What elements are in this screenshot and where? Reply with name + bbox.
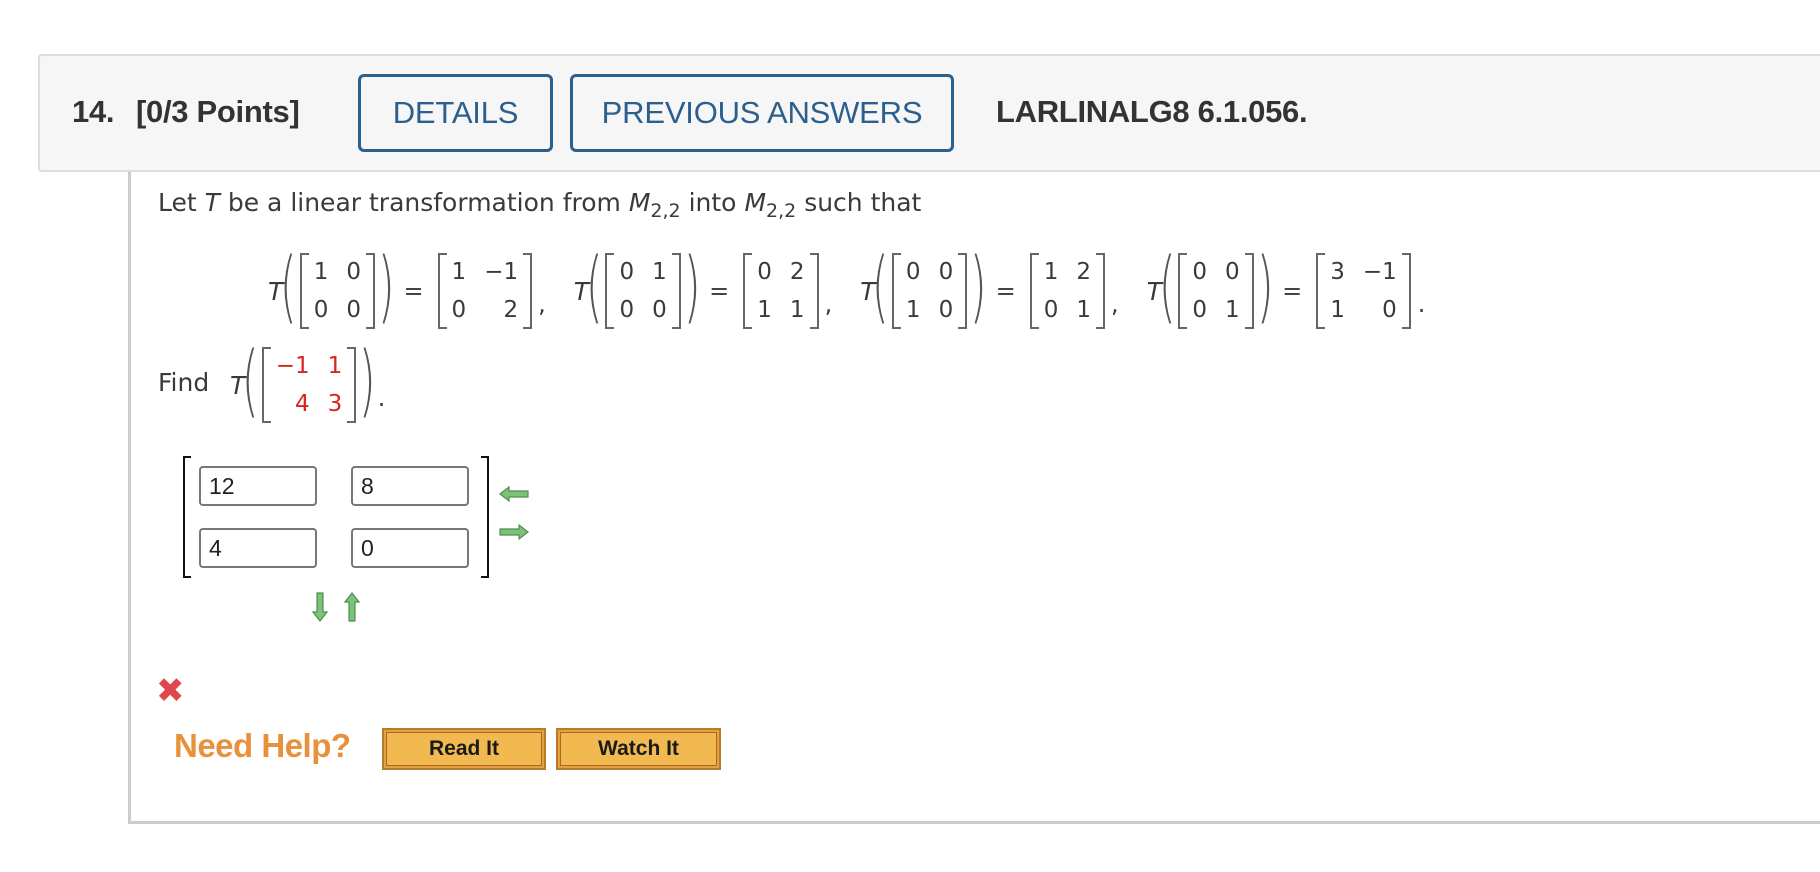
answer-matrix	[183, 456, 489, 578]
matrix-entry: 1	[313, 259, 329, 285]
output-matrix: 1201	[1029, 253, 1106, 329]
find-matrix: −1 1 4 3	[261, 347, 357, 423]
find-label: Find	[158, 368, 210, 397]
need-help-label: Need Help?	[174, 727, 351, 764]
matrix-entry: 1	[905, 297, 921, 323]
intro-text: into	[688, 188, 737, 217]
details-button[interactable]: DETAILS	[358, 74, 553, 152]
symbol-T: T	[204, 188, 220, 217]
problem-statement: Let T be a linear transformation from M2…	[158, 188, 921, 222]
matrix-entry: 1	[1043, 259, 1059, 285]
equals-sign: =	[709, 277, 730, 305]
input-matrix: 0001	[1178, 253, 1254, 329]
matrix-entry: −1	[484, 259, 519, 285]
matrix-entry: 0	[619, 259, 635, 285]
arrow-right-icon[interactable]	[499, 524, 529, 540]
equals-sign: =	[403, 277, 424, 305]
arrow-left-icon[interactable]	[499, 486, 529, 502]
matrix-entry: 1	[327, 353, 343, 379]
input-matrix: 0100	[605, 253, 682, 329]
answer-cell-r1c2[interactable]	[351, 466, 469, 506]
points-score: [0/3 Points]	[136, 94, 300, 129]
matrix-entry: 0	[1043, 297, 1059, 323]
period: .	[377, 384, 386, 412]
left-paren: (	[280, 242, 297, 332]
subscript: 2,2	[766, 200, 797, 222]
matrix-entry: 1	[1076, 297, 1092, 323]
matrix-entry: 0	[938, 259, 954, 285]
read-it-button[interactable]: Read It	[382, 728, 546, 770]
left-paren: (	[1158, 242, 1176, 332]
matrix-entry: 0	[346, 259, 361, 285]
matrix-entry: 3	[1330, 259, 1345, 285]
matrix-entry: 0	[1225, 259, 1240, 285]
comma: ,	[824, 290, 833, 318]
arrow-up-icon[interactable]	[344, 592, 360, 622]
matrix-entry: 1	[1225, 297, 1240, 323]
right-paren: )	[377, 242, 395, 332]
symbol-M: M	[628, 188, 651, 217]
equals-sign: =	[995, 277, 1016, 305]
problem-code: LARLINALG8 6.1.056.	[996, 94, 1308, 129]
answer-cell-r2c1[interactable]	[199, 528, 317, 568]
right-paren: )	[359, 336, 376, 426]
matrix-entry: 1	[789, 297, 805, 323]
symbol-M: M	[744, 188, 767, 217]
left-paren: (	[585, 242, 603, 332]
matrix-entry: 3	[327, 391, 343, 417]
matrix-entry: 0	[757, 259, 772, 285]
matrix-entry: 0	[451, 297, 467, 323]
intro-text: such that	[804, 188, 922, 217]
watch-it-button[interactable]: Watch It	[556, 728, 721, 770]
equals-sign: =	[1282, 277, 1303, 305]
right-paren: )	[1256, 242, 1274, 332]
matrix-entry: 1	[1330, 297, 1345, 323]
matrix-entry: 0	[652, 297, 667, 323]
answer-cell-r1c1[interactable]	[199, 466, 317, 506]
output-matrix: 1 −1 0 2	[437, 253, 533, 329]
comma: ,	[1111, 290, 1119, 318]
matrix-entry: 0	[938, 297, 954, 323]
matrix-entry: 0	[346, 297, 361, 323]
output-matrix: 0211	[743, 253, 819, 329]
matrix-entry: 1	[652, 259, 667, 285]
x-mark-icon: ✖	[156, 671, 185, 711]
arrow-down-icon[interactable]	[312, 592, 328, 622]
matrix-entry: −1	[1362, 259, 1397, 285]
comma: ,	[538, 290, 546, 318]
period: .	[1417, 290, 1426, 318]
input-matrix: 1000	[299, 253, 376, 329]
question-header: 14. [0/3 Points] DETAILS PREVIOUS ANSWER…	[38, 54, 1820, 172]
mapping-equations: T(1 0 0 0) = 1 −1 0 2, T(0 1 0 0) = 0 2 1 1, T(0 0 1 0) = 1 2 0 1,…	[268, 246, 1425, 336]
intro-text: be a linear transformation from	[227, 188, 621, 217]
find-expression: T(−1 1 4 3).	[230, 340, 385, 430]
matrix-entry: 0	[1192, 297, 1208, 323]
matrix-entry: −1	[275, 353, 310, 379]
input-matrix: 0010	[891, 253, 968, 329]
intro-text: Let	[158, 188, 197, 217]
left-paren: (	[242, 336, 259, 426]
matrix-entry: 4	[294, 391, 310, 417]
matrix-entry: 1	[757, 297, 772, 323]
output-matrix: 3 −1 1 0	[1316, 253, 1411, 329]
matrix-entry: 0	[1382, 297, 1397, 323]
left-paren: (	[872, 242, 890, 332]
matrix-entry: 0	[313, 297, 329, 323]
matrix-entry: 2	[503, 297, 519, 323]
matrix-entry: 2	[789, 259, 805, 285]
subscript: 2,2	[650, 200, 681, 222]
previous-answers-button[interactable]: PREVIOUS ANSWERS	[570, 74, 954, 152]
right-paren: )	[970, 242, 987, 332]
matrix-entry: 2	[1076, 259, 1092, 285]
matrix-entry: 0	[1192, 259, 1208, 285]
question-number: 14.	[72, 94, 115, 129]
matrix-entry: 0	[619, 297, 635, 323]
matrix-entry: 0	[905, 259, 921, 285]
answer-cell-r2c2[interactable]	[351, 528, 469, 568]
matrix-entry: 1	[451, 259, 467, 285]
right-paren: )	[683, 242, 701, 332]
